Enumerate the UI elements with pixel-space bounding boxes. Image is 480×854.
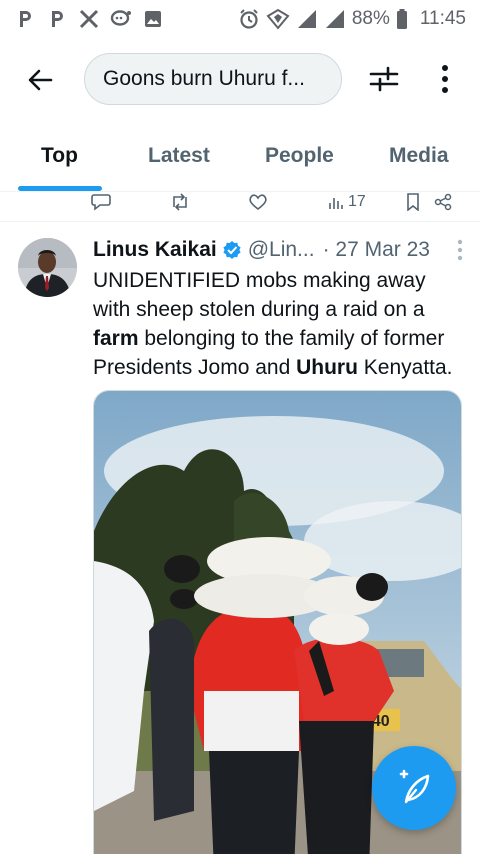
system-indicators: 88% 11:45 [238,8,466,30]
tweet-text-highlight: farm [93,327,139,350]
vpn-key-icon [266,8,290,30]
p-app-icon [46,8,68,30]
verified-badge-icon [222,240,242,260]
overflow-menu-button[interactable] [430,61,460,97]
avatar[interactable] [18,238,77,297]
share-icon [434,193,452,211]
retweet-icon [173,193,187,211]
image-icon [142,8,164,30]
tab-latest[interactable]: Latest [148,144,210,168]
tweet-header: Linus Kaikai @Lin... · 27 Mar 23 [93,236,463,264]
analytics-icon [329,198,343,209]
compose-feather-icon [399,769,430,804]
author-name[interactable]: Linus Kaikai [93,238,217,262]
compose-tweet-button[interactable] [372,746,456,830]
views-count: 17 [348,193,366,210]
like-button[interactable] [248,190,268,214]
search-query-text: Goons burn Uhuru f... [103,67,305,90]
x-app-icon [78,8,100,30]
search-header: Goons burn Uhuru f... [0,44,480,114]
search-tabs: Top Latest People Media [0,128,480,192]
battery-percent: 88% [351,8,390,29]
signal-icon [324,8,346,30]
alarm-icon [238,8,260,30]
search-filter-button[interactable] [364,61,404,97]
tweet-text: UNIDENTIFIED mobs making away with sheep… [93,266,467,382]
tab-media[interactable]: Media [389,144,449,168]
tweet-more-button[interactable] [457,236,463,264]
bookmark-button[interactable] [406,190,420,214]
more-vertical-icon [457,239,463,261]
more-vertical-icon [442,65,448,93]
tab-people[interactable]: People [265,144,334,168]
heart-icon [249,194,267,211]
tweet-text-segment: UNIDENTIFIED mobs making away with sheep… [93,269,426,321]
bookmark-icon [407,193,419,211]
previous-tweet-actions: 17 [0,186,480,222]
author-handle[interactable]: @Lin... [248,238,315,262]
views-button[interactable]: 17 [328,190,366,214]
share-button[interactable] [434,190,452,214]
chat-bubble-icon [110,8,132,30]
p-app-icon [14,8,36,30]
tweet-text-highlight: Uhuru [296,356,358,379]
search-input[interactable]: Goons burn Uhuru f... [84,53,342,105]
signal-icon [296,8,318,30]
status-bar: 88% 11:45 [0,0,480,38]
reply-button[interactable] [91,190,111,214]
arrow-left-icon [28,69,53,91]
tweet-text-segment: Kenyatta. [357,356,453,379]
retweet-button[interactable] [170,190,190,214]
sliders-icon [369,66,399,92]
clock-time: 11:45 [419,8,466,29]
notification-icons [14,8,164,30]
battery-icon [396,8,408,30]
tweet-date[interactable]: · 27 Mar 23 [323,238,430,262]
tab-top[interactable]: Top [41,144,78,168]
back-button[interactable] [22,62,58,98]
reply-icon [91,194,111,211]
